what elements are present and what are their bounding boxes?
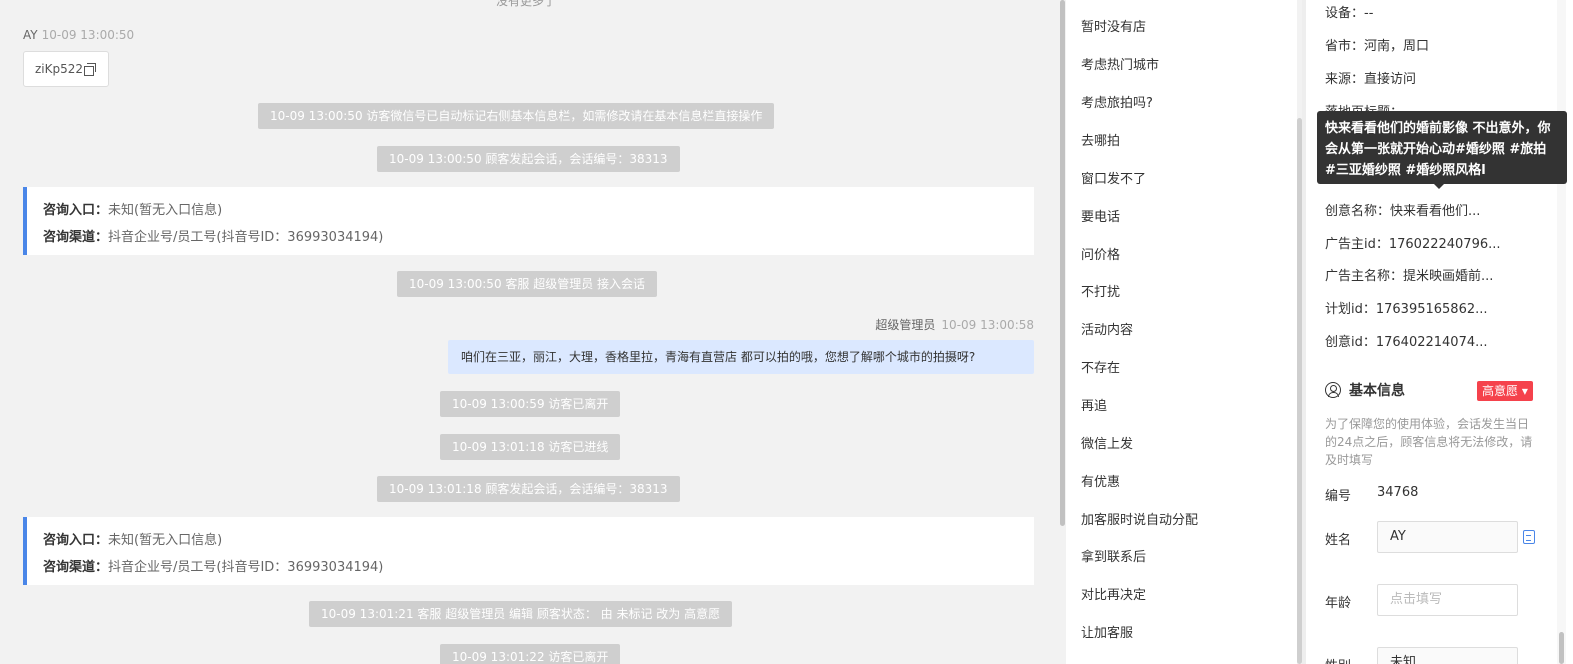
visitor-message-header: AY 10-09 13:00:50 xyxy=(23,28,134,42)
system-message: 10-09 13:00:50 顾客发起会话，会话编号：38313 xyxy=(377,146,680,172)
gender-field[interactable]: 未知 xyxy=(1377,647,1518,664)
quick-reply-item[interactable]: 活动内容 xyxy=(1081,319,1133,338)
chat-scrollbar[interactable] xyxy=(1060,0,1065,526)
panel-scrollbar[interactable] xyxy=(1559,632,1564,664)
quick-reply-item[interactable]: 考虑热门城市 xyxy=(1081,54,1159,73)
source-info: 来源：直接访问 xyxy=(1325,72,1417,87)
no-more-text: 没有更多了 xyxy=(496,0,557,8)
user-circle-icon xyxy=(1325,382,1341,398)
entry-label: 咨询入口： xyxy=(43,203,109,218)
age-field[interactable]: 点击填写 xyxy=(1377,584,1518,616)
plan-id-info[interactable]: 计划id：176395165862... xyxy=(1325,298,1488,317)
region-info: 省市：河南，周口 xyxy=(1325,39,1430,54)
entry-value: 未知(暂无入口信息) xyxy=(108,533,223,548)
advertiser-name-info[interactable]: 广告主名称：提米映画婚前... xyxy=(1325,265,1493,284)
creative-name-tooltip: 快来看看他们的婚前影像 不出意外，你会从第一张就开始心动#婚纱照 #旅拍 #三亚… xyxy=(1317,111,1567,184)
visitor-code-text: ziKp522 xyxy=(35,62,84,76)
quick-reply-item[interactable]: 不存在 xyxy=(1081,357,1120,376)
basic-info-header: 基本信息 xyxy=(1325,380,1405,400)
chat-area: 没有更多了 AY 10-09 13:00:50 ziKp522 10-09 13:… xyxy=(0,0,1058,664)
quick-reply-item[interactable]: 微信上发 xyxy=(1081,433,1133,452)
agent-message-header: 超级管理员 10-09 13:00:58 xyxy=(734,316,1034,333)
quick-reply-item[interactable]: 对比再决定 xyxy=(1081,584,1146,603)
quick-reply-item[interactable]: 去哪拍 xyxy=(1081,130,1120,149)
creative-id-info[interactable]: 创意id：176402214074... xyxy=(1325,331,1488,350)
quick-reply-item[interactable]: 考虑旅拍吗? xyxy=(1081,92,1153,111)
agent-name: 超级管理员 xyxy=(875,318,936,332)
system-message: 10-09 13:01:18 访客已进线 xyxy=(440,434,621,460)
intent-status-dropdown[interactable]: 高意愿 ▾ xyxy=(1477,381,1533,401)
quick-reply-item[interactable]: 暂时没有店 xyxy=(1081,16,1146,35)
channel-value: 抖音企业号/员工号(抖音号ID：36993034194) xyxy=(108,560,384,575)
system-message: 10-09 13:01:22 访客已离开 xyxy=(440,644,621,664)
device-info: 设备：-- xyxy=(1325,6,1374,21)
basic-info-title: 基本信息 xyxy=(1349,383,1405,399)
panel-scrollbar-track[interactable] xyxy=(1557,0,1566,664)
customer-info-panel: 设备：-- 省市：河南，周口 来源：直接访问 落地页标题：-- 创意名称：快来看… xyxy=(1306,0,1573,664)
quick-reply-item[interactable]: 让加客服 xyxy=(1081,622,1133,641)
agent-message-bubble: 咱们在三亚，丽江，大理，香格里拉，青海有直营店 都可以拍的哦，您想了解哪个城市的… xyxy=(448,340,1034,374)
quick-reply-item[interactable]: 有优惠 xyxy=(1081,471,1120,490)
visitor-name: AY xyxy=(23,28,38,42)
consult-info-card: 咨询入口：未知(暂无入口信息) 咨询渠道：抖音企业号/员工号(抖音号ID：369… xyxy=(23,517,1034,585)
document-icon[interactable] xyxy=(1523,530,1535,544)
channel-label: 咨询渠道： xyxy=(43,230,109,245)
quick-reply-item[interactable]: 不打扰 xyxy=(1081,281,1120,300)
creative-name-info[interactable]: 创意名称：快来看看他们... xyxy=(1325,200,1480,219)
quick-reply-item[interactable]: 加客服时说自动分配 xyxy=(1081,509,1198,528)
entry-label: 咨询入口： xyxy=(43,533,109,548)
tooltip-arrow xyxy=(1434,184,1444,189)
quick-reply-item[interactable]: 拿到联系后 xyxy=(1081,546,1146,565)
quick-reply-item[interactable]: 再追 xyxy=(1081,395,1107,414)
system-message: 10-09 13:00:50 客服 超级管理员 接入会话 xyxy=(397,271,658,297)
gender-label: 性别 xyxy=(1325,655,1351,664)
quick-reply-item[interactable]: 问价格 xyxy=(1081,244,1120,263)
entry-value: 未知(暂无入口信息) xyxy=(108,203,223,218)
channel-label: 咨询渠道： xyxy=(43,560,109,575)
system-message: 10-09 13:01:21 客服 超级管理员 编辑 顾客状态： 由 未标记 改… xyxy=(309,601,733,627)
id-value: 34768 xyxy=(1377,485,1419,500)
quick-reply-list: 暂时没有店 考虑热门城市 考虑旅拍吗? 去哪拍 窗口发不了 要电话 问价格 不打… xyxy=(1066,0,1297,664)
system-message: 10-09 13:00:50 访客微信号已自动标记右侧基本信息栏，如需修改请在基… xyxy=(258,103,775,129)
advertiser-id-info[interactable]: 广告主id：176022240796... xyxy=(1325,233,1501,252)
edit-notice: 为了保障您的使用体验，会话发生当日的24点之后，顾客信息将无法修改，请及时填写 xyxy=(1325,417,1533,467)
quick-reply-item[interactable]: 窗口发不了 xyxy=(1081,168,1146,187)
system-message: 10-09 13:01:18 顾客发起会话，会话编号：38313 xyxy=(377,476,680,502)
channel-value: 抖音企业号/员工号(抖音号ID：36993034194) xyxy=(108,230,384,245)
consult-info-card: 咨询入口：未知(暂无入口信息) 咨询渠道：抖音企业号/员工号(抖音号ID：369… xyxy=(23,187,1034,255)
name-label: 姓名 xyxy=(1325,533,1352,548)
system-message: 10-09 13:00:59 访客已离开 xyxy=(440,391,621,417)
age-label: 年龄 xyxy=(1325,596,1352,611)
name-field[interactable]: AY xyxy=(1377,521,1518,553)
id-label: 编号 xyxy=(1325,489,1352,504)
visitor-code-message[interactable]: ziKp522 xyxy=(23,51,109,87)
agent-message-time: 10-09 13:00:58 xyxy=(941,318,1034,332)
visitor-message-time: 10-09 13:00:50 xyxy=(41,28,135,42)
quick-reply-item[interactable]: 要电话 xyxy=(1081,206,1120,225)
copy-icon[interactable] xyxy=(84,63,97,76)
